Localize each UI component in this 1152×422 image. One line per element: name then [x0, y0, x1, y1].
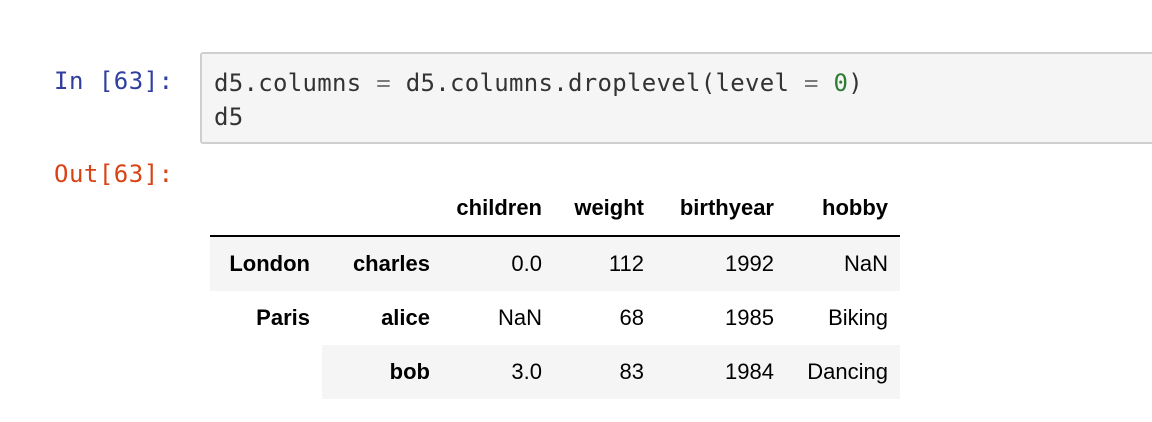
index-level0	[210, 345, 322, 399]
number-token: 0	[833, 69, 849, 97]
table-row: bob 3.0 83 1984 Dancing	[210, 345, 900, 399]
index-level0: Paris	[210, 291, 322, 345]
index-level0: London	[210, 236, 322, 291]
code-token: d5.columns	[214, 69, 377, 97]
cell-children: 3.0	[442, 345, 554, 399]
cell-hobby: NaN	[786, 236, 900, 291]
cell-birthyear: 1985	[725, 305, 774, 330]
cell-weight: 68	[619, 305, 644, 330]
header-blank	[322, 181, 442, 237]
cell-hobby: Dancing	[786, 345, 900, 399]
dataframe-table: children weight birthyear hobby London c…	[210, 181, 900, 399]
code-token: )	[848, 69, 863, 97]
header-row: children weight birthyear hobby	[210, 181, 900, 237]
index-level1: charles	[322, 236, 442, 291]
column-header-birthyear: birthyear	[656, 181, 786, 237]
output-prompt: Out[63]:	[54, 160, 174, 188]
column-header-hobby: hobby	[786, 181, 900, 237]
code-line-1: d5.columns = d5.columns.droplevel(level …	[214, 66, 863, 100]
cell-children: NaN	[497, 305, 542, 330]
index-level1: alice	[381, 305, 430, 330]
notebook: In [63]: d5.columns = d5.columns.droplev…	[0, 0, 1152, 422]
cell-hobby: Biking	[828, 305, 888, 330]
column-header-children: children	[442, 181, 554, 237]
code-cell-editor[interactable]: d5.columns = d5.columns.droplevel(level …	[200, 52, 1152, 144]
code-token: d5.columns.droplevel(level	[391, 69, 804, 97]
cell-birthyear: 1984	[656, 345, 786, 399]
table-row: London charles 0.0 112 1992 NaN	[210, 236, 900, 291]
cell-weight: 112	[554, 236, 656, 291]
cell-weight: 83	[554, 345, 656, 399]
cell-children: 0.0	[442, 236, 554, 291]
code-line-2: d5	[214, 103, 244, 131]
column-header-weight: weight	[554, 181, 656, 237]
cell-birthyear: 1992	[656, 236, 786, 291]
operator-token: =	[803, 69, 819, 97]
index-level1: bob	[322, 345, 442, 399]
header-blank	[210, 181, 322, 237]
operator-token: =	[376, 69, 391, 97]
table-row: Paris alice NaN 68 1985 Biking	[210, 291, 900, 345]
input-prompt: In [63]:	[54, 67, 174, 95]
